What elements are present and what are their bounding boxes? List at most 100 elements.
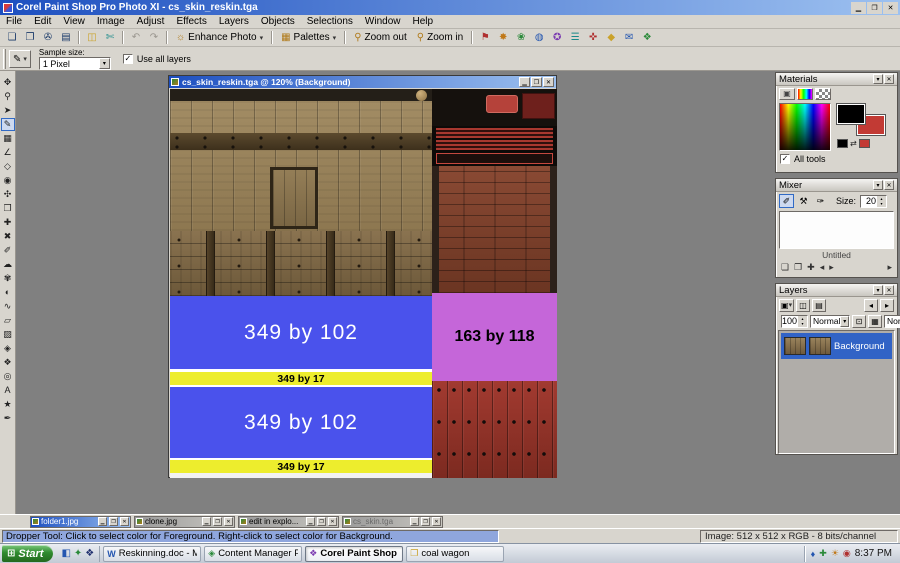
color-changer-tool[interactable]: ❖ [1,356,15,369]
foreground-material-swatch[interactable] [837,139,848,148]
toolbar-icon-5[interactable]: ✪ [548,30,566,46]
background-eraser-tool[interactable]: ▨ [1,328,15,341]
airbrush-tool[interactable]: ☁ [1,258,15,271]
taskbar-clock[interactable]: 8:37 PM [855,548,892,559]
menu-help[interactable]: Help [406,15,439,28]
document-close-button[interactable]: ✕ [543,77,554,87]
tray-icon-1[interactable]: ♦ [811,549,816,559]
mixer-size-stepper[interactable]: 20 ▴ ▾ [860,195,887,208]
scratch-remover-tool[interactable]: ✚ [1,216,15,229]
mixer-more-icon[interactable]: ▸ [887,262,892,273]
materials-frame-tab[interactable]: ▣ [779,88,795,100]
crop-tool[interactable]: ▦ [1,132,15,145]
materials-panel-close-button[interactable]: ✕ [884,74,894,84]
zoom-in-button[interactable]: ⚲ Zoom in [412,30,468,46]
tool-presets-dropdown[interactable]: ✎ ▾ [9,50,31,68]
background-material-swatch[interactable] [859,139,870,148]
layers-panel-header[interactable]: Layers ▾ ✕ [776,284,897,297]
blend-mode-select[interactable]: Normal ▾ [810,315,850,328]
doc-tab-restore-button[interactable]: ❐ [317,517,326,526]
mixer-new-page-icon[interactable]: ❏ [781,262,789,273]
tray-icon-4[interactable]: ◉ [843,548,851,559]
mixer-prev-icon[interactable]: ◂ [820,262,825,273]
mixer-brush-tool[interactable]: ✐ [779,194,794,208]
task-button-paint-shop-pro[interactable]: ❖ Corel Paint Shop Pro ... [305,546,403,562]
doc-tab-minimize-button[interactable]: ▁ [98,517,107,526]
dropper-tool[interactable]: ✎ [1,118,15,131]
smudge-tool[interactable]: ∿ [1,300,15,313]
stepper-down-icon[interactable]: ▾ [798,321,807,327]
straighten-tool[interactable]: ∠ [1,146,15,159]
document-restore-button[interactable]: ❐ [531,77,542,87]
doc-tab-clone[interactable]: clone.jpg ▁ ❐ ✕ [134,516,235,528]
menu-view[interactable]: View [57,15,91,28]
tray-icon-3[interactable]: ☀ [831,548,839,559]
quick-launch-icon-1[interactable]: ◧ [61,548,70,559]
doc-tab-edit-in-explorer[interactable]: edit in explo... ▁ ❐ ✕ [238,516,339,528]
toolbar-icon-4[interactable]: ◍ [530,30,548,46]
quick-launch-icon-2[interactable]: ✦ [74,548,82,559]
pick-tool[interactable]: ➤ [1,104,15,117]
doc-tab-close-button[interactable]: ✕ [224,517,233,526]
doc-tab-restore-button[interactable]: ❐ [421,517,430,526]
restore-button[interactable]: ❐ [867,2,882,14]
mixer-canvas[interactable] [779,211,894,249]
toolbar-icon-7[interactable]: ✜ [584,30,602,46]
materials-rainbow-tab[interactable] [797,88,813,100]
warp-brush-tool[interactable]: ✾ [1,272,15,285]
layers-panel-close-button[interactable]: ✕ [884,285,894,295]
zoom-tool[interactable]: ⚲ [1,90,15,103]
toolbar-icon-1[interactable]: ⚑ [476,30,494,46]
document-minimize-button[interactable]: ▁ [519,77,530,87]
all-tools-checkbox[interactable]: ✓ [780,154,790,164]
palettes-button[interactable]: ▦ Palettes ▾ [276,30,341,46]
doc-tab-restore-button[interactable]: ❐ [109,517,118,526]
clone-tool[interactable]: ❒ [1,202,15,215]
close-button[interactable]: ✕ [883,2,898,14]
swap-colors-icon[interactable]: ⇄ [850,139,857,148]
menu-adjust[interactable]: Adjust [131,15,171,28]
toolbar-grip[interactable] [3,49,6,69]
layer-link-grid-icon[interactable]: ▦ [868,315,882,328]
print-icon[interactable]: ▤ [57,30,75,46]
materials-swatches-tab[interactable] [815,88,831,100]
mixer-dropper-tool[interactable]: ✑ [813,194,828,208]
scan-icon[interactable]: ✄ [101,30,119,46]
foreground-color-swatch[interactable] [837,104,865,124]
mixer-panel-menu-button[interactable]: ▾ [873,180,883,190]
perspective-tool[interactable]: ◇ [1,160,15,173]
layers-prev-button[interactable]: ◂ [864,299,878,312]
materials-panel-menu-button[interactable]: ▾ [873,74,883,84]
layer-link-select[interactable]: None ▾ [884,315,900,328]
undo-icon[interactable]: ↶ [127,30,145,46]
menu-selections[interactable]: Selections [301,15,359,28]
dodge-tool[interactable]: ◐ [1,286,15,299]
eraser-tool[interactable]: ▱ [1,314,15,327]
enhance-photo-button[interactable]: ☼ Enhance Photo ▾ [171,30,268,46]
toolbar-icon-3[interactable]: ❀ [512,30,530,46]
minimize-button[interactable]: ▁ [851,2,866,14]
layer-row-background[interactable]: Background [781,333,892,359]
menu-edit[interactable]: Edit [28,15,57,28]
new-layer-button[interactable]: ▣ ▾ [779,299,794,312]
toolbar-icon-10[interactable]: ❖ [638,30,656,46]
preset-shape-tool[interactable]: ★ [1,398,15,411]
task-button-reskinning-doc[interactable]: W Reskinning.doc - Microso... [103,546,201,562]
doc-tab-minimize-button[interactable]: ▁ [410,517,419,526]
mixer-add-icon[interactable]: ✚ [807,262,815,273]
tray-icon-2[interactable]: ✚ [819,548,827,559]
mixer-panel-header[interactable]: Mixer ▾ ✕ [776,179,897,192]
doc-tab-close-button[interactable]: ✕ [120,517,129,526]
object-remover-tool[interactable]: ✖ [1,230,15,243]
mixer-knife-tool[interactable]: ⚒ [796,194,811,208]
doc-tab-restore-button[interactable]: ❐ [213,517,222,526]
use-all-layers-checkbox[interactable]: ✓ Use all layers [123,54,191,64]
doc-tab-minimize-button[interactable]: ▁ [306,517,315,526]
picture-tube-tool[interactable]: ◎ [1,370,15,383]
open-icon[interactable]: ❐ [21,30,39,46]
new-icon[interactable]: ❏ [3,30,21,46]
document-canvas[interactable]: 349 by 102 349 by 17 349 by 102 349 by 1… [170,89,557,478]
stepper-down-icon[interactable]: ▾ [877,201,886,207]
pan-tool[interactable]: ✥ [1,76,15,89]
browse-icon[interactable]: ◫ [83,30,101,46]
